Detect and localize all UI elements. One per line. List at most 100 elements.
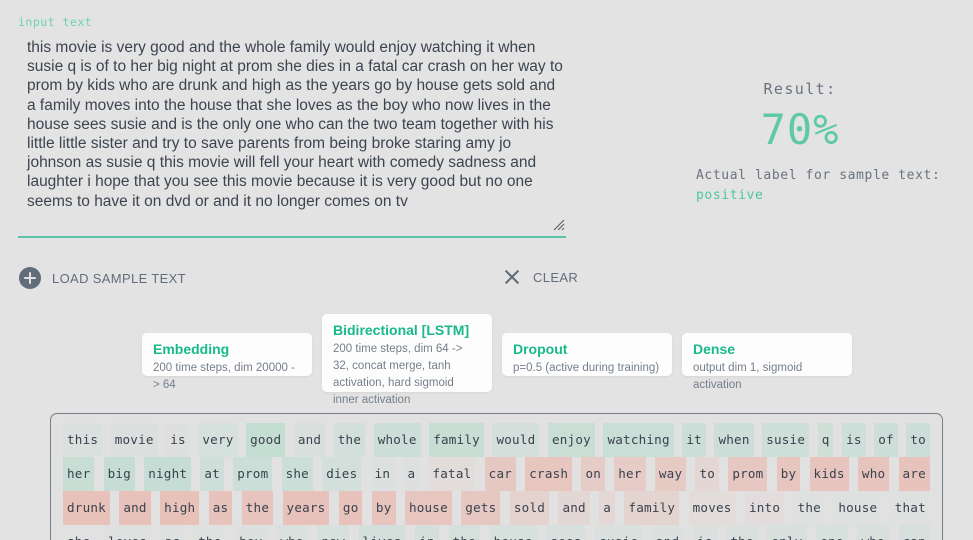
input-textarea-wrapper bbox=[18, 34, 566, 238]
saliency-word: now bbox=[317, 525, 349, 540]
actual-label-prefix: Actual label for sample text: bbox=[696, 168, 941, 183]
saliency-word: her bbox=[63, 457, 95, 491]
saliency-word: the bbox=[194, 525, 226, 540]
layer-card-dense[interactable]: Dense output dim 1, sigmoid activation bbox=[682, 333, 852, 391]
saliency-word: as bbox=[208, 491, 233, 525]
saliency-word: house bbox=[834, 491, 882, 525]
saliency-word: crash bbox=[525, 457, 573, 491]
saliency-word: at bbox=[200, 457, 224, 491]
saliency-word: and bbox=[119, 491, 151, 525]
layer-title: Dropout bbox=[513, 341, 568, 357]
saliency-word: whole bbox=[373, 423, 421, 457]
saliency-word: in bbox=[415, 525, 439, 540]
action-buttons-row: LOAD SAMPLE TEXT CLEAR bbox=[0, 262, 600, 294]
saliency-word: a bbox=[599, 491, 616, 525]
saliency-word: in bbox=[370, 457, 395, 491]
layer-description: p=0.5 (active during training) bbox=[513, 362, 660, 374]
saliency-word: to bbox=[906, 423, 930, 457]
clear-button[interactable]: CLEAR bbox=[502, 267, 578, 287]
saliency-word: sees bbox=[546, 525, 586, 540]
saliency-word: susie bbox=[595, 525, 643, 540]
saliency-word: who bbox=[276, 525, 308, 540]
actual-label-block: Actual label for sample text: positive bbox=[696, 166, 960, 206]
saliency-word: is bbox=[166, 423, 190, 457]
saliency-word: prom bbox=[728, 457, 768, 491]
layer-card-dropout[interactable]: Dropout p=0.5 (active during training) bbox=[502, 333, 672, 376]
saliency-word: by bbox=[371, 491, 396, 525]
saliency-word: house bbox=[404, 491, 452, 525]
saliency-word: dies bbox=[322, 457, 362, 491]
saliency-word: loves bbox=[104, 525, 152, 540]
saliency-word: years bbox=[282, 491, 330, 525]
layer-description: output dim 1, sigmoid activation bbox=[693, 362, 803, 391]
result-panel: Result: 70% Actual label for sample text… bbox=[640, 80, 960, 206]
saliency-word: as bbox=[160, 525, 185, 540]
saliency-word: who bbox=[857, 457, 890, 491]
saliency-word: lives bbox=[358, 525, 406, 540]
saliency-word: family bbox=[429, 423, 484, 457]
layer-card-bidirectional-lstm[interactable]: Bidirectional [LSTM] 200 time steps, dim… bbox=[322, 314, 492, 406]
saliency-word: this bbox=[63, 423, 103, 457]
saliency-word: can bbox=[898, 525, 930, 540]
saliency-word: and bbox=[558, 491, 590, 525]
saliency-word: the bbox=[241, 491, 274, 525]
saliency-word: moves bbox=[688, 491, 736, 525]
saliency-word: susie bbox=[762, 423, 810, 457]
saliency-word: fatal bbox=[428, 457, 476, 491]
load-sample-text-button[interactable]: LOAD SAMPLE TEXT bbox=[19, 267, 186, 289]
saliency-word: watching bbox=[603, 423, 674, 457]
saliency-word: the bbox=[333, 423, 366, 457]
clear-label: CLEAR bbox=[533, 269, 579, 285]
saliency-word: when bbox=[714, 423, 754, 457]
plus-circle-icon bbox=[19, 267, 41, 289]
saliency-word: family bbox=[624, 491, 680, 525]
saliency-word: are bbox=[898, 457, 930, 491]
saliency-word: the bbox=[793, 491, 825, 525]
saliency-word: is bbox=[693, 525, 717, 540]
saliency-word: into bbox=[744, 491, 785, 525]
input-text-field[interactable] bbox=[18, 34, 566, 232]
saliency-word: of bbox=[874, 423, 898, 457]
saliency-word: the bbox=[448, 525, 480, 540]
saliency-word: one bbox=[816, 525, 848, 540]
saliency-word: who bbox=[857, 525, 889, 540]
saliency-word: prom bbox=[233, 457, 273, 491]
layer-description: 200 time steps, dim 20000 -> 64 bbox=[153, 362, 295, 391]
saliency-word: is bbox=[842, 423, 866, 457]
layer-title: Embedding bbox=[153, 341, 230, 357]
saliency-word: sold bbox=[509, 491, 550, 525]
saliency-word: way bbox=[654, 457, 687, 491]
saliency-word: to bbox=[695, 457, 720, 491]
saliency-word: by bbox=[776, 457, 801, 491]
result-title: Result: bbox=[763, 80, 837, 98]
saliency-word: high bbox=[160, 491, 200, 525]
saliency-word: she bbox=[281, 457, 313, 491]
saliency-word: enjoy bbox=[547, 423, 595, 457]
saliency-word: q bbox=[817, 423, 834, 457]
layer-title: Dense bbox=[693, 341, 736, 357]
saliency-word: big bbox=[103, 457, 135, 491]
saliency-word: boy bbox=[235, 525, 267, 540]
model-architecture-layers: Embedding 200 time steps, dim 20000 -> 6… bbox=[0, 305, 973, 406]
saliency-word: it bbox=[682, 423, 706, 457]
layer-description: 200 time steps, dim 64 -> 32, concat mer… bbox=[333, 343, 463, 406]
word-saliency-panel: this movie is very good and the whole fa… bbox=[50, 413, 943, 540]
saliency-word: that bbox=[890, 491, 930, 525]
layer-title: Bidirectional [LSTM] bbox=[333, 322, 470, 338]
saliency-word: only bbox=[767, 525, 807, 540]
saliency-word: drunk bbox=[63, 491, 110, 525]
saliency-word: the bbox=[726, 525, 758, 540]
result-percentage-value: 70% bbox=[760, 105, 840, 154]
input-text-label: input text bbox=[18, 15, 93, 29]
saliency-word: would bbox=[492, 423, 540, 457]
saliency-word: and bbox=[293, 423, 326, 457]
saliency-word: a bbox=[403, 457, 420, 491]
saliency-word: house bbox=[489, 525, 537, 540]
layer-card-embedding[interactable]: Embedding 200 time steps, dim 20000 -> 6… bbox=[142, 333, 312, 391]
saliency-word: kids bbox=[809, 457, 849, 491]
saliency-word: night bbox=[144, 457, 192, 491]
saliency-word: movie bbox=[110, 423, 158, 457]
word-saliency-text: this movie is very good and the whole fa… bbox=[63, 423, 930, 540]
saliency-word: very bbox=[198, 423, 238, 457]
saliency-word: and bbox=[651, 525, 684, 540]
